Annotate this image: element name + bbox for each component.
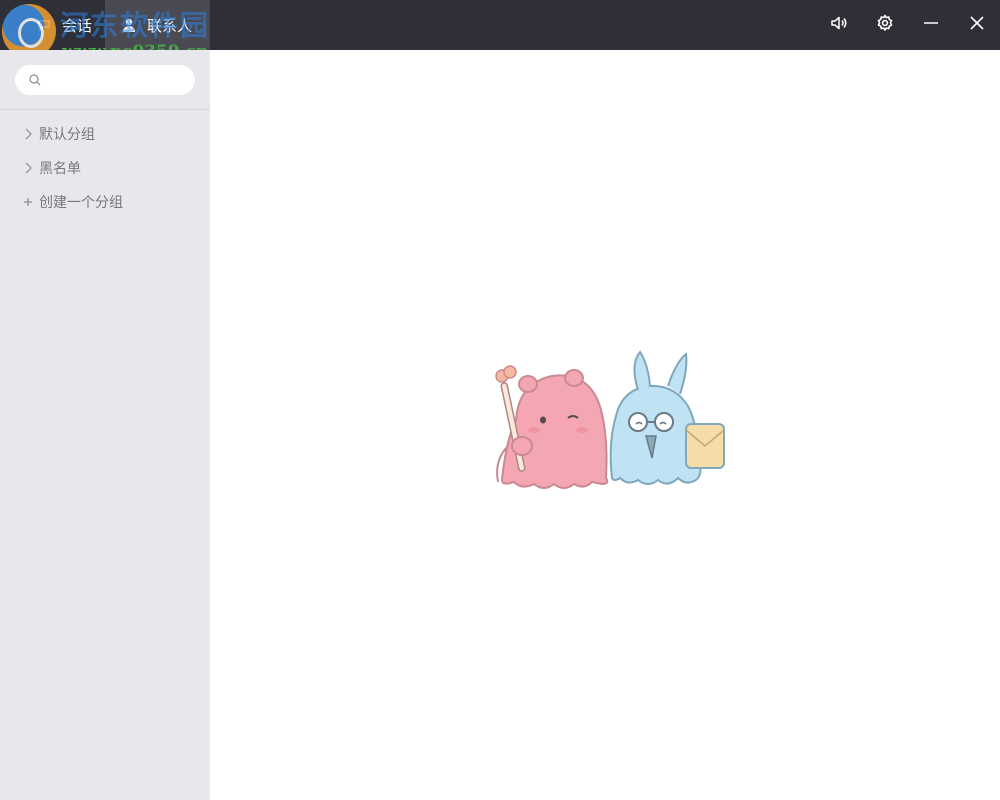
chevron-right-icon [22,128,34,140]
title-bar: 会话 联系人 河东软件园 www.pc0359.cn [0,0,1000,62]
close-icon [969,15,985,35]
search-icon [29,71,41,90]
search-box[interactable] [15,65,195,95]
gear-icon [876,14,894,36]
settings-button[interactable] [862,0,908,50]
group-label: 创建一个分组 [39,195,123,211]
minimize-icon [923,15,939,35]
blue-ghost-icon [609,350,725,485]
search-input[interactable] [47,68,187,92]
main-panel [210,50,1000,800]
create-group-button[interactable]: 创建一个分组 [0,185,210,219]
mascot-illustration [488,350,738,504]
group-label: 黑名单 [39,161,81,177]
pink-ghost-icon [495,365,609,489]
minimize-button[interactable] [908,0,954,50]
chevron-right-icon [22,162,34,174]
watermark-title: 河东软件园 [60,9,211,42]
volume-button[interactable] [816,0,862,50]
plus-icon [22,196,34,208]
search-area [0,50,210,110]
speaker-icon [830,14,848,36]
group-label: 默认分组 [39,127,95,143]
group-blacklist[interactable]: 黑名单 [0,151,210,185]
sidebar: 默认分组 黑名单 创建一个分组 [0,50,210,800]
close-button[interactable] [954,0,1000,50]
group-default[interactable]: 默认分组 [0,117,210,151]
